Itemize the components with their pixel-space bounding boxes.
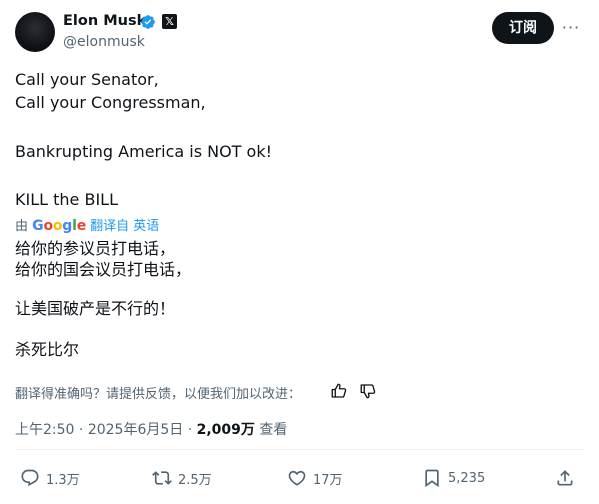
translation-line: 给你的参议员打电话， (15, 239, 176, 258)
translation-line: 让美国破产是不行的！ (15, 299, 176, 318)
tweet-date[interactable]: 2025年6月5日 (88, 422, 183, 438)
like-button[interactable]: 17万 (287, 467, 343, 489)
thumbs-down-icon[interactable] (359, 382, 377, 400)
google-logo: Google (32, 218, 87, 234)
reply-count: 1.3万 (46, 472, 80, 488)
tweet-time[interactable]: 上午2:50 (15, 422, 74, 438)
heart-icon (288, 470, 306, 486)
repost-button[interactable]: 2.5万 (152, 467, 212, 489)
tweet-line: Bankrupting America is NOT ok! (15, 142, 273, 161)
tweet-line: Call your Congressman, (15, 93, 206, 112)
reply-button[interactable]: 1.3万 (20, 467, 80, 489)
verified-badge-icon (141, 15, 155, 29)
translation-line: 杀死比尔 (15, 340, 80, 359)
bookmark-button[interactable]: 5,235 (422, 467, 485, 489)
bookmark-count: 5,235 (448, 470, 486, 486)
thumbs-up-icon[interactable] (330, 382, 348, 400)
views-count: 2,009万 (196, 422, 255, 438)
avatar[interactable] (15, 12, 55, 52)
share-button[interactable] (555, 467, 581, 489)
translated-from-link[interactable]: 翻译自 英语 (90, 219, 159, 234)
bookmark-icon (425, 469, 439, 488)
like-count: 17万 (313, 472, 343, 488)
tweet-line: KILL the BILL (15, 190, 118, 209)
repost-count: 2.5万 (178, 472, 212, 488)
reply-icon (21, 469, 39, 487)
tweet-meta: 上午2:50 · 2025年6月5日 · 2,009万 查看 (15, 422, 288, 438)
repost-icon (152, 471, 172, 485)
author-name[interactable]: Elon Musk (63, 13, 146, 29)
translation-feedback-prompt: 翻译得准确吗？请提供反馈，以便我们加以改进： (15, 387, 302, 402)
translation-attribution: 由 Google 翻译自 英语 (15, 215, 159, 234)
author-handle[interactable]: @elonmusk (63, 34, 145, 50)
tweet-line: Call your Senator, (15, 70, 159, 89)
x-logo-icon: 𝕏 (162, 14, 177, 29)
share-icon (557, 470, 573, 486)
subscribe-button[interactable]: 订阅 (492, 12, 554, 44)
more-options-icon[interactable]: ··· (561, 18, 581, 38)
divider (15, 449, 584, 450)
translation-line: 给你的国会议员打电话， (15, 260, 192, 279)
translated-by-label: 由 (15, 219, 29, 234)
views-label: 查看 (259, 422, 288, 438)
